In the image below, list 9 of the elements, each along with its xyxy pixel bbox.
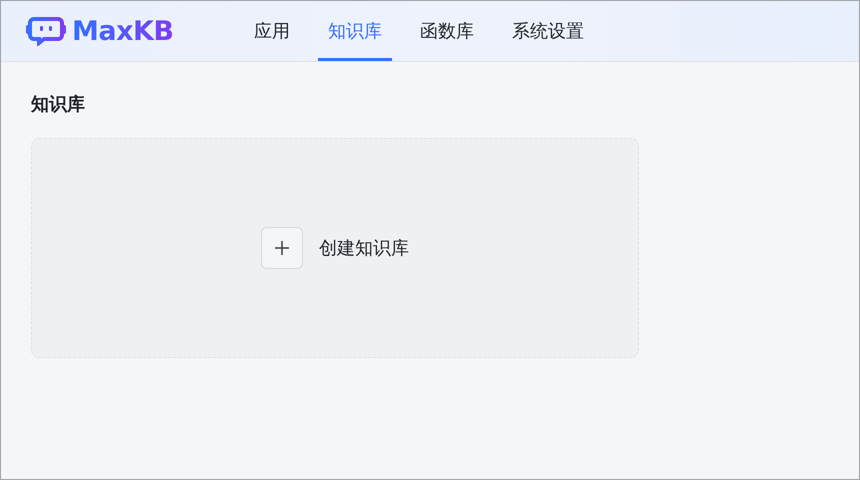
nav-tab[interactable]: 系统设置 [502,1,594,61]
nav-tab[interactable]: 知识库 [318,1,392,61]
create-card[interactable]: 创建知识库 [31,138,639,358]
robot-logo-icon [26,16,66,46]
plus-icon [261,227,303,269]
page-title: 知识库 [31,93,86,116]
create-label: 创建知识库 [319,237,409,260]
nav-tab[interactable]: 函数库 [410,1,484,61]
nav-tab[interactable]: 应用 [244,1,300,61]
